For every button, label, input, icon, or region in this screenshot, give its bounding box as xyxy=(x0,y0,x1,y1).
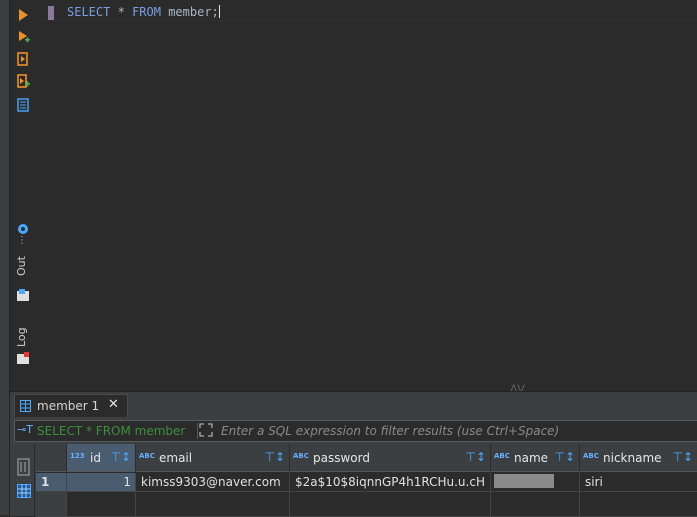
out-label: Out xyxy=(15,256,28,276)
current-line-marker xyxy=(48,6,54,20)
column-header-name[interactable]: ABC name ⊤↕ xyxy=(491,444,580,472)
output-icon[interactable] xyxy=(16,288,30,302)
close-tab-icon[interactable]: ✕ xyxy=(108,397,119,412)
empty-row-number xyxy=(36,492,67,517)
filter-separator xyxy=(197,423,198,439)
results-tab[interactable]: member 1 ✕ xyxy=(14,394,128,417)
row-number-header xyxy=(36,444,67,472)
results-grid: 123 id ⊤↕ ABC email ⊤↕ ABC password ⊤↕ A… xyxy=(36,444,697,517)
keyword-from: FROM xyxy=(132,5,161,19)
empty-cell xyxy=(580,492,697,517)
results-tab-label: member 1 xyxy=(37,399,100,413)
star-token: * xyxy=(117,5,125,19)
column-name: id xyxy=(90,451,101,465)
sql-query-line[interactable]: SELECT * FROM member; xyxy=(67,5,220,19)
log-panel-toggle[interactable]: Log xyxy=(12,325,34,347)
filter-sort-icon[interactable]: ⊤↕ xyxy=(465,450,486,464)
sql-editor[interactable]: SELECT * FROM member; xyxy=(37,0,697,390)
empty-cell xyxy=(136,492,290,517)
column-name: password xyxy=(313,451,370,465)
filter-expression-input[interactable]: Enter a SQL expression to filter results… xyxy=(221,424,559,438)
filter-query-text: SELECT * FROM member xyxy=(37,424,186,438)
text-type-icon: ABC xyxy=(494,452,510,460)
filter-sort-icon[interactable]: ⊤↕ xyxy=(110,450,131,464)
output-panel-toggle[interactable]: Out xyxy=(12,256,34,282)
execute-script-icon[interactable] xyxy=(16,52,30,66)
cell-password[interactable]: $2a$10$8iqnnGP4h1RCHu.u.cH xyxy=(290,473,491,492)
cell-nickname[interactable]: siri xyxy=(580,473,697,492)
table-icon xyxy=(20,400,31,412)
empty-cell xyxy=(290,492,491,517)
table-token: member; xyxy=(168,5,219,19)
column-header-nickname[interactable]: ABC nickname ⊤↕ xyxy=(580,444,697,472)
log-icon[interactable] xyxy=(16,351,30,365)
column-name: name xyxy=(514,451,549,465)
text-type-icon: ABC xyxy=(293,452,309,460)
editor-side-toolbar: ⋮ Out Log xyxy=(10,0,36,392)
cell-id[interactable]: 1 xyxy=(67,473,136,492)
filter-bar: ⊸T SELECT * FROM member Enter a SQL expr… xyxy=(14,420,697,442)
grid-view-icon[interactable] xyxy=(17,484,31,498)
log-label: Log xyxy=(15,327,28,347)
cell-name[interactable] xyxy=(491,473,580,492)
column-header-password[interactable]: ABC password ⊤↕ xyxy=(290,444,491,472)
numeric-type-icon: 123 xyxy=(70,452,85,460)
filter-sort-icon[interactable]: ⊤↕ xyxy=(264,450,285,464)
row-number-cell[interactable]: 1 xyxy=(36,473,67,492)
text-type-icon: ABC xyxy=(139,452,155,460)
column-header-email[interactable]: ABC email ⊤↕ xyxy=(136,444,290,472)
filter-sql-icon[interactable]: ⊸T xyxy=(17,423,33,436)
record-mode-icon[interactable] xyxy=(17,458,30,476)
results-panel: member 1 ✕ ⊸T SELECT * FROM member Enter… xyxy=(10,391,697,517)
filter-sort-icon[interactable]: ⊤↕ xyxy=(554,450,575,464)
more-options-dots[interactable]: ⋮ xyxy=(17,236,27,246)
text-cursor xyxy=(218,5,220,18)
execute-in-new-tab-icon[interactable] xyxy=(16,30,30,44)
text-type-icon: ABC xyxy=(583,452,599,460)
execute-script-new-tab-icon[interactable] xyxy=(16,74,30,88)
editor-line-divider xyxy=(37,20,697,21)
column-name: nickname xyxy=(603,451,662,465)
grid-side-toolbar xyxy=(14,444,35,516)
column-name: email xyxy=(159,451,193,465)
expand-filter-icon[interactable] xyxy=(199,423,213,437)
left-edge-panel xyxy=(0,0,10,515)
cell-email[interactable]: kimss9303@naver.com xyxy=(136,473,290,492)
column-header-id[interactable]: 123 id ⊤↕ xyxy=(67,444,136,472)
empty-cell xyxy=(67,492,136,517)
keyword-select: SELECT xyxy=(67,5,111,19)
filter-sort-icon[interactable]: ⊤↕ xyxy=(672,450,693,464)
execute-statement-icon[interactable] xyxy=(16,8,30,22)
explain-plan-icon[interactable] xyxy=(16,98,30,112)
redacted-name-block xyxy=(494,474,554,488)
empty-cell xyxy=(491,492,580,517)
settings-gear-icon[interactable] xyxy=(16,222,30,236)
